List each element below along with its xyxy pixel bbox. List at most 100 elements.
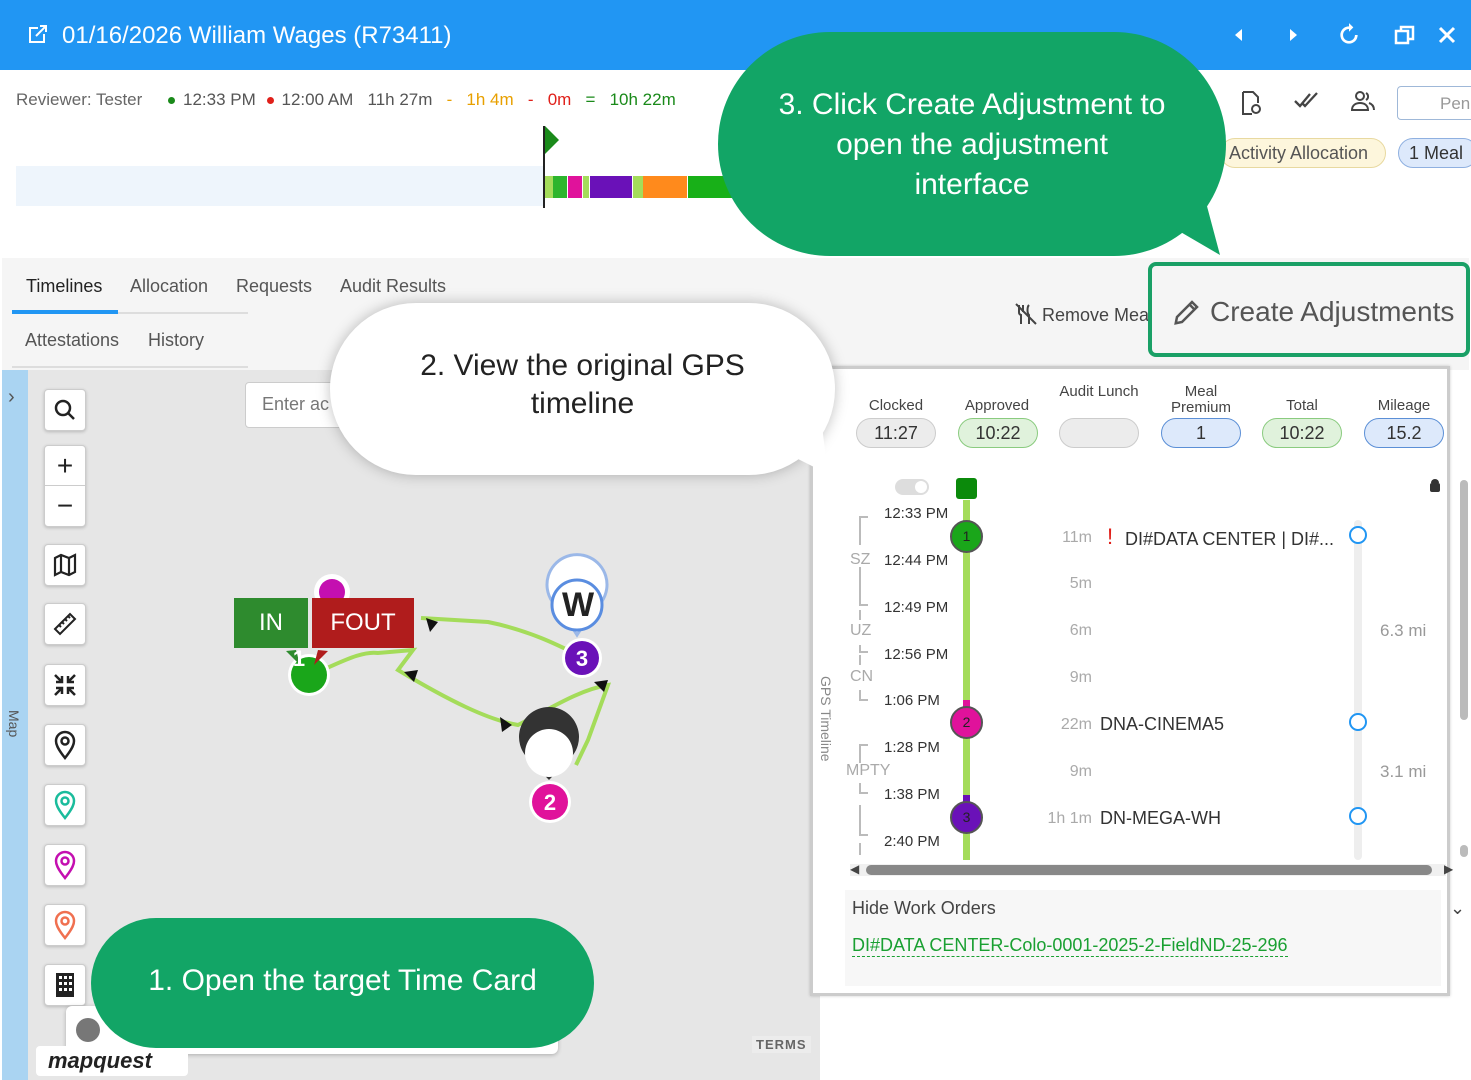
horizontal-scrollbar[interactable] bbox=[850, 864, 1446, 876]
map-marker-gray-stop[interactable] bbox=[519, 707, 580, 780]
gps-timeline-label: GPS Timeline bbox=[818, 676, 834, 762]
stat-mileage-value: 15.2 bbox=[1364, 418, 1444, 448]
tab-attestations[interactable]: Attestations bbox=[25, 330, 119, 351]
stop-2-circle[interactable]: 2 bbox=[950, 706, 983, 739]
tl-time-8: 2:40 PM bbox=[884, 833, 940, 850]
stop-1-ring-icon[interactable] bbox=[1349, 526, 1367, 544]
zero-value: 0m bbox=[547, 90, 572, 109]
building-icon[interactable] bbox=[44, 964, 86, 1006]
tab-requests[interactable]: Requests bbox=[236, 276, 312, 297]
stop-1-circle[interactable]: 1 bbox=[950, 520, 983, 553]
scroll-right-icon[interactable]: ▶ bbox=[1444, 862, 1453, 876]
tab-history[interactable]: History bbox=[148, 330, 204, 351]
time-summary: 12:33 PM 12:00 AM 11h 27m - 1h 4m - 0m =… bbox=[168, 90, 676, 110]
zone-cn: CN bbox=[850, 668, 874, 685]
reviewer-label: Reviewer: Tester bbox=[16, 90, 143, 109]
marker-3-label: 3 bbox=[575, 646, 589, 671]
tab-audit-results[interactable]: Audit Results bbox=[340, 276, 446, 297]
timeline-segment[interactable] bbox=[545, 176, 553, 198]
zone-uz: UZ bbox=[850, 622, 872, 639]
previous-icon[interactable] bbox=[1224, 20, 1254, 50]
tl-time-7: 1:38 PM bbox=[884, 786, 940, 803]
zoom-in-icon[interactable]: + bbox=[45, 446, 85, 486]
active-tab-indicator bbox=[12, 310, 118, 314]
close-icon[interactable] bbox=[1432, 20, 1462, 50]
activity-allocation-pill[interactable]: Activity Allocation bbox=[1220, 138, 1386, 168]
map-search-icon[interactable] bbox=[44, 389, 86, 431]
callout-step-2-line-2: timeline bbox=[530, 387, 635, 420]
create-adjustments-button[interactable]: Create Adjustments bbox=[1148, 262, 1470, 357]
scrollbar-thumb[interactable] bbox=[866, 865, 1432, 875]
stat-total-value: 10:22 bbox=[1262, 418, 1342, 448]
stop-3-circle[interactable]: 3 bbox=[950, 801, 983, 834]
ruler-icon[interactable] bbox=[44, 603, 86, 645]
playback-handle[interactable] bbox=[76, 1018, 100, 1042]
location-pin-orange-icon[interactable] bbox=[44, 904, 86, 946]
next-icon[interactable] bbox=[1278, 20, 1308, 50]
vertical-scrollbar[interactable] bbox=[1460, 480, 1468, 720]
scroll-left-icon[interactable]: ◀ bbox=[850, 862, 859, 876]
timeline-segment[interactable] bbox=[590, 176, 632, 198]
duration: 11h 27m bbox=[367, 90, 433, 109]
callout-step-2-line-1: 2. View the original GPS bbox=[420, 349, 745, 382]
timeline-segment[interactable] bbox=[553, 176, 567, 198]
stat-mileage-label: Mileage bbox=[1377, 397, 1431, 414]
clock-in-time: 12:33 PM bbox=[183, 90, 256, 109]
dur-1: 11m bbox=[1062, 529, 1092, 546]
start-square-icon bbox=[956, 478, 977, 499]
equals-sign: = bbox=[585, 90, 596, 109]
restore-window-icon[interactable] bbox=[1390, 20, 1420, 50]
dur-2: 5m bbox=[1069, 575, 1092, 592]
users-icon[interactable] bbox=[1348, 90, 1378, 120]
marker-2-label: 2 bbox=[543, 790, 557, 815]
open-external-icon[interactable] bbox=[26, 22, 50, 46]
mileage-2: 3.1 mi bbox=[1380, 762, 1427, 781]
timeline-segment[interactable] bbox=[568, 176, 582, 198]
android-icon bbox=[1428, 478, 1442, 497]
stat-audit-lunch-label: Audit Lunch bbox=[1059, 383, 1139, 400]
hide-work-orders-toggle[interactable]: Hide Work Orders bbox=[852, 898, 996, 919]
tl-time-1: 12:33 PM bbox=[884, 505, 949, 522]
sep-1: - bbox=[446, 90, 453, 109]
tl-time-3: 12:49 PM bbox=[884, 599, 949, 616]
tab-timelines[interactable]: Timelines bbox=[26, 276, 102, 297]
tab-allocation[interactable]: Allocation bbox=[130, 276, 208, 297]
refresh-icon[interactable] bbox=[1334, 20, 1364, 50]
callout-step-3-line-3: interface bbox=[914, 168, 1030, 201]
timeline-toggle[interactable] bbox=[895, 479, 929, 495]
expand-chevron-icon[interactable]: › bbox=[8, 386, 15, 409]
dur-6: 9m bbox=[1069, 763, 1092, 780]
location-pin-magenta-icon[interactable] bbox=[44, 844, 86, 886]
stop-3-location[interactable]: DN-MEGA-WH bbox=[1100, 808, 1221, 829]
stop-3-ring-icon[interactable] bbox=[1349, 807, 1367, 825]
stop-2-location[interactable]: DNA-CINEMA5 bbox=[1100, 714, 1224, 735]
location-pin-black-icon[interactable] bbox=[44, 724, 86, 766]
zoom-out-icon[interactable]: − bbox=[45, 486, 85, 526]
timeline-segment[interactable] bbox=[583, 176, 589, 198]
meal-pill[interactable]: 1 Meal bbox=[1398, 138, 1471, 168]
timeline-segment[interactable] bbox=[633, 176, 643, 198]
stop-2-ring-icon[interactable] bbox=[1349, 713, 1367, 731]
vertical-scrollbar-lower[interactable] bbox=[1460, 845, 1468, 857]
callout-step-2: 2. View the original GPS timeline bbox=[330, 303, 835, 475]
flag-in[interactable]: IN bbox=[234, 598, 308, 648]
chevron-down-icon[interactable]: ⌄ bbox=[1450, 898, 1465, 919]
stat-audit-lunch-value bbox=[1059, 418, 1139, 448]
mileage-1: 6.3 mi bbox=[1380, 621, 1427, 640]
terms-link[interactable]: TERMS bbox=[752, 1036, 811, 1053]
work-order-link[interactable]: DI#DATA CENTER-Colo-0001-2025-2-FieldND-… bbox=[852, 935, 1288, 957]
flag-fout[interactable]: FOUT bbox=[312, 598, 414, 648]
timeline-segment[interactable] bbox=[643, 176, 687, 198]
mapquest-logo: mapquest bbox=[36, 1046, 188, 1076]
map-layers-icon[interactable] bbox=[44, 544, 86, 586]
stop-1-location[interactable]: DI#DATA CENTER | DI#... bbox=[1125, 529, 1334, 550]
collapse-arrows-icon[interactable] bbox=[44, 664, 86, 706]
pending-input[interactable]: Pen bbox=[1397, 86, 1471, 120]
day-timeline-track[interactable] bbox=[16, 166, 544, 206]
tl-time-2: 12:44 PM bbox=[884, 552, 949, 569]
double-check-icon[interactable] bbox=[1292, 90, 1322, 120]
location-pin-teal-icon[interactable] bbox=[44, 784, 86, 826]
map-side-panel[interactable]: › Map bbox=[2, 370, 28, 1080]
remove-meal-button[interactable]: Remove Mea bbox=[1014, 302, 1149, 326]
document-refresh-icon[interactable] bbox=[1236, 90, 1266, 120]
